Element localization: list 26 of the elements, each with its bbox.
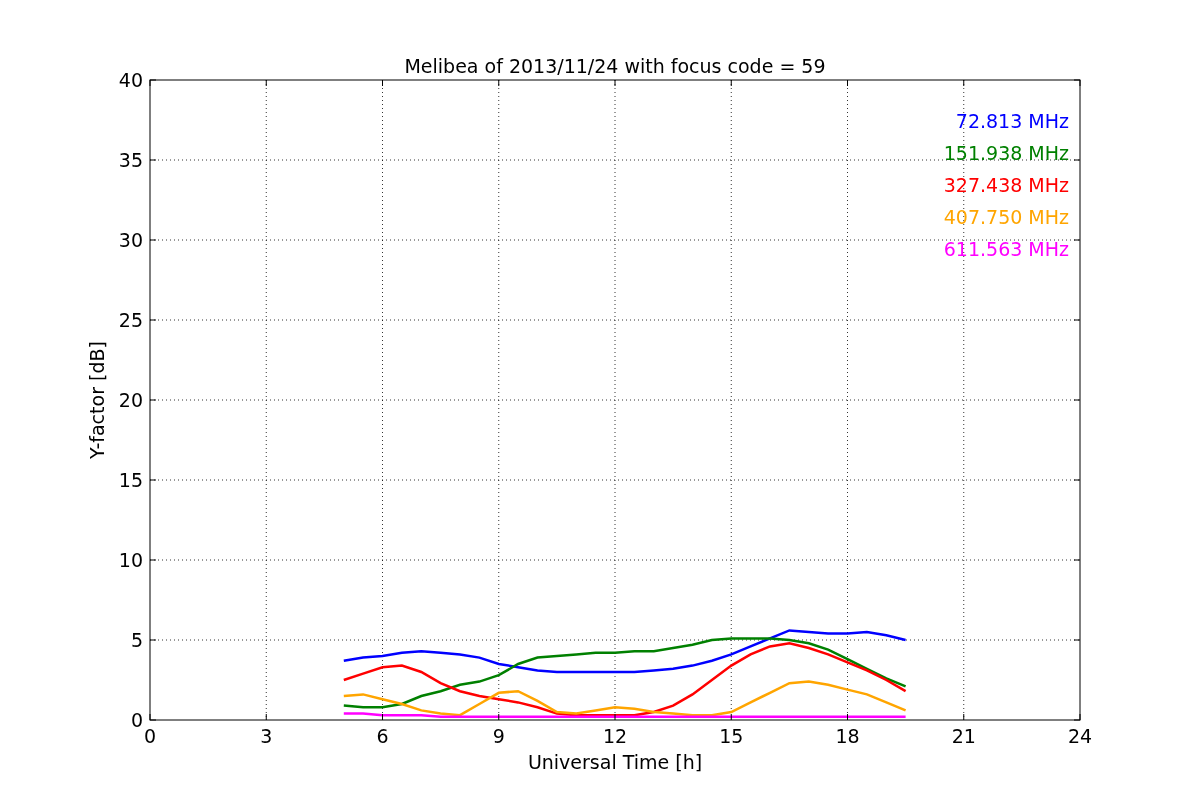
x-tick-label: 0: [143, 725, 157, 747]
legend-label: 327.438 MHz: [943, 174, 1069, 196]
y-tick-label: 0: [130, 709, 143, 731]
chart-title: Melibea of 2013/11/24 with focus code = 59: [404, 55, 826, 77]
y-tick-label: 10: [118, 549, 143, 571]
legend-label: 407.750 MHz: [943, 206, 1069, 228]
y-tick-label: 35: [118, 149, 143, 171]
x-tick-label: 24: [1067, 725, 1093, 747]
legend-label: 151.938 MHz: [943, 142, 1069, 164]
x-tick-label: 6: [376, 725, 389, 747]
y-tick-label: 25: [118, 309, 143, 331]
y-tick-label: 40: [118, 69, 143, 91]
x-tick-label: 12: [602, 725, 628, 747]
y-tick-label: 5: [130, 629, 143, 651]
x-tick-label: 3: [260, 725, 273, 747]
x-tick-label: 18: [835, 725, 860, 747]
y-tick-label: 30: [118, 229, 143, 251]
x-axis-title: Universal Time [h]: [527, 751, 703, 773]
legend-label: 72.813 MHz: [955, 110, 1069, 132]
x-tick-label: 9: [492, 725, 505, 747]
legend-label: 611.563 MHz: [943, 238, 1069, 260]
x-tick-label: 21: [951, 725, 976, 747]
y-tick-label: 15: [118, 469, 143, 491]
y-tick-label: 20: [118, 389, 143, 411]
x-tick-label: 15: [719, 725, 744, 747]
y-axis-title: Y-factor [dB]: [86, 341, 108, 459]
